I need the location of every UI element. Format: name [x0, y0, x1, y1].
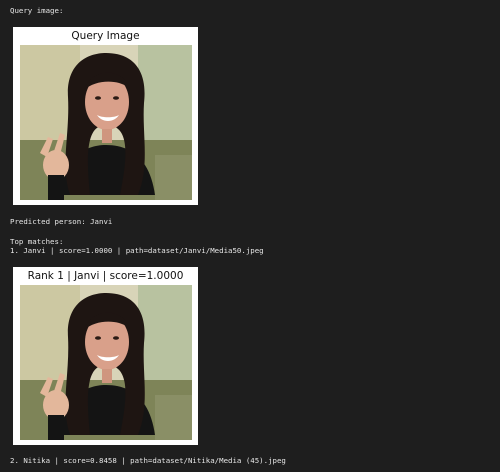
predicted-person: Predicted person: Janvi: [10, 217, 113, 226]
match-figure-1: Rank 1 | Janvi | score=1.0000: [13, 267, 198, 445]
match-line-2: 2. Nitika | score=0.8458 | path=dataset/…: [10, 456, 286, 465]
match-photo-1: [20, 285, 192, 440]
query-photo: [20, 45, 192, 200]
query-label: Query image:: [10, 6, 64, 15]
match-line-1: 1. Janvi | score=1.0000 | path=dataset/J…: [10, 246, 264, 255]
query-figure-title: Query Image: [71, 30, 140, 42]
top-matches-header: Top matches:: [10, 237, 64, 246]
match-figure-1-title: Rank 1 | Janvi | score=1.0000: [27, 270, 184, 282]
query-figure: Query Image: [13, 27, 198, 205]
